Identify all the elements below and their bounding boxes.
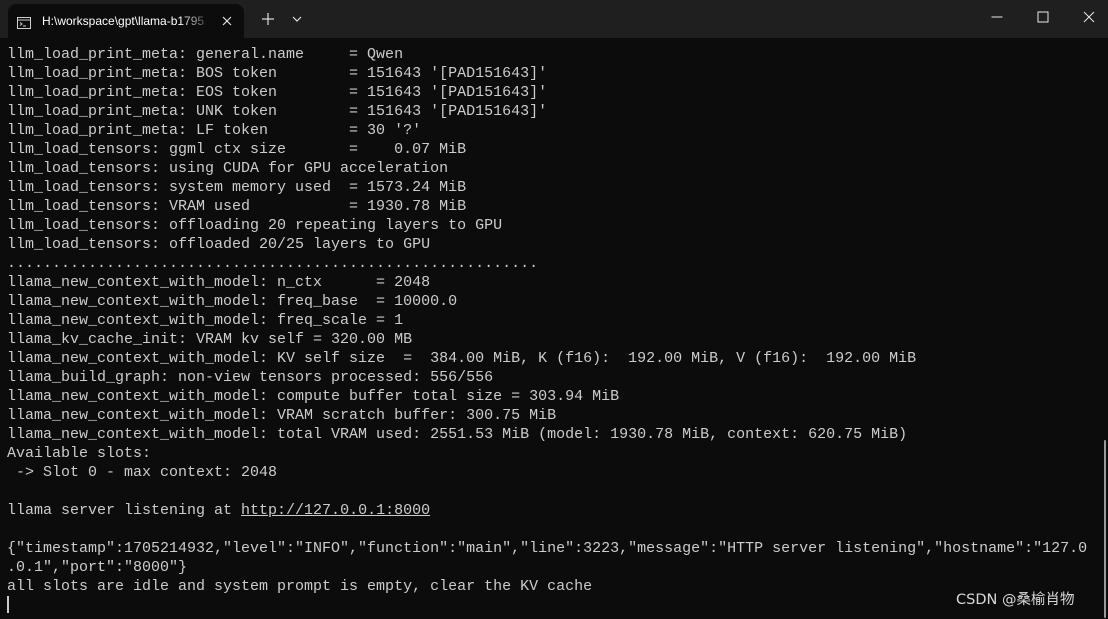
terminal-line: llama_new_context_with_model: freq_base … — [7, 293, 458, 310]
terminal-line: llama_new_context_with_model: freq_scale… — [7, 312, 404, 329]
chevron-down-icon — [292, 16, 302, 22]
terminal-line: llm_load_print_meta: LF token = 30 '?' — [7, 122, 422, 139]
terminal-output[interactable]: llm_load_print_meta: general.name = Qwen… — [0, 38, 1108, 619]
maximize-icon — [1037, 11, 1049, 23]
terminal-line: llama_new_context_with_model: total VRAM… — [7, 426, 908, 443]
minimize-icon — [991, 16, 1003, 18]
terminal-line: llm_load_print_meta: UNK token = 151643 … — [7, 103, 548, 120]
title-bar: H:\workspace\gpt\llama-b1795 — [0, 0, 1108, 38]
terminal-line: llm_load_tensors: ggml ctx size = 0.07 M… — [7, 141, 467, 158]
watermark: CSDN @桑榆肖物 — [956, 592, 1075, 608]
terminal-line: llama_build_graph: non-view tensors proc… — [7, 369, 494, 386]
terminal-line: llm_load_tensors: VRAM used = 1930.78 Mi… — [7, 198, 467, 215]
terminal-lines: llm_load_print_meta: general.name = Qwen… — [7, 45, 1097, 596]
terminal-line: llm_load_tensors: using CUDA for GPU acc… — [7, 160, 449, 177]
new-tab-button[interactable] — [257, 8, 279, 30]
text-cursor — [7, 596, 9, 613]
server-url-link[interactable]: http://127.0.0.1:8000 — [241, 502, 430, 519]
terminal-line: Available slots: — [7, 445, 152, 462]
close-icon — [1083, 11, 1095, 23]
terminal-line: all slots are idle and system prompt is … — [7, 578, 593, 595]
close-tab-icon[interactable] — [218, 12, 236, 30]
terminal-line: llama_kv_cache_init: VRAM kv self = 320.… — [7, 331, 413, 348]
terminal-line: ........................................… — [7, 255, 539, 272]
terminal-line: llm_load_print_meta: EOS token = 151643 … — [7, 84, 548, 101]
terminal-line: llm_load_tensors: offloaded 20/25 layers… — [7, 236, 431, 253]
terminal-line: llama_new_context_with_model: compute bu… — [7, 388, 620, 405]
terminal-line: llama_new_context_with_model: KV self si… — [7, 350, 917, 367]
tab-dropdown-button[interactable] — [286, 8, 308, 30]
terminal-line: llm_load_print_meta: general.name = Qwen — [7, 46, 404, 63]
tab-title: H:\workspace\gpt\llama-b1795 — [42, 14, 205, 28]
terminal-line: llama_new_context_with_model: VRAM scrat… — [7, 407, 557, 424]
terminal-line: .0.1","port":"8000"} — [7, 559, 188, 576]
maximize-button[interactable] — [1020, 0, 1066, 34]
terminal-line: llm_load_tensors: system memory used = 1… — [7, 179, 467, 196]
terminal-icon — [17, 14, 31, 29]
terminal-line: llama_new_context_with_model: n_ctx = 20… — [7, 274, 431, 291]
close-window-button[interactable] — [1066, 0, 1108, 34]
terminal-line: {"timestamp":1705214932,"level":"INFO","… — [7, 540, 1088, 557]
plus-icon — [262, 13, 274, 25]
terminal-line: llm_load_print_meta: BOS token = 151643 … — [7, 65, 548, 82]
terminal-line: -> Slot 0 - max context: 2048 — [7, 464, 278, 481]
scrollbar-thumb[interactable] — [1104, 440, 1106, 618]
server-listening-text: llama server listening at — [7, 502, 242, 519]
minimize-button[interactable] — [974, 0, 1020, 34]
terminal-tab[interactable]: H:\workspace\gpt\llama-b1795 — [8, 4, 244, 38]
terminal-window: H:\workspace\gpt\llama-b1795 llm_load_pr… — [0, 0, 1108, 619]
server-listening-line: llama server listening at http://127.0.0… — [7, 501, 1097, 520]
terminal-line: llm_load_tensors: offloading 20 repeatin… — [7, 217, 503, 234]
scrollbar[interactable] — [1098, 38, 1108, 619]
